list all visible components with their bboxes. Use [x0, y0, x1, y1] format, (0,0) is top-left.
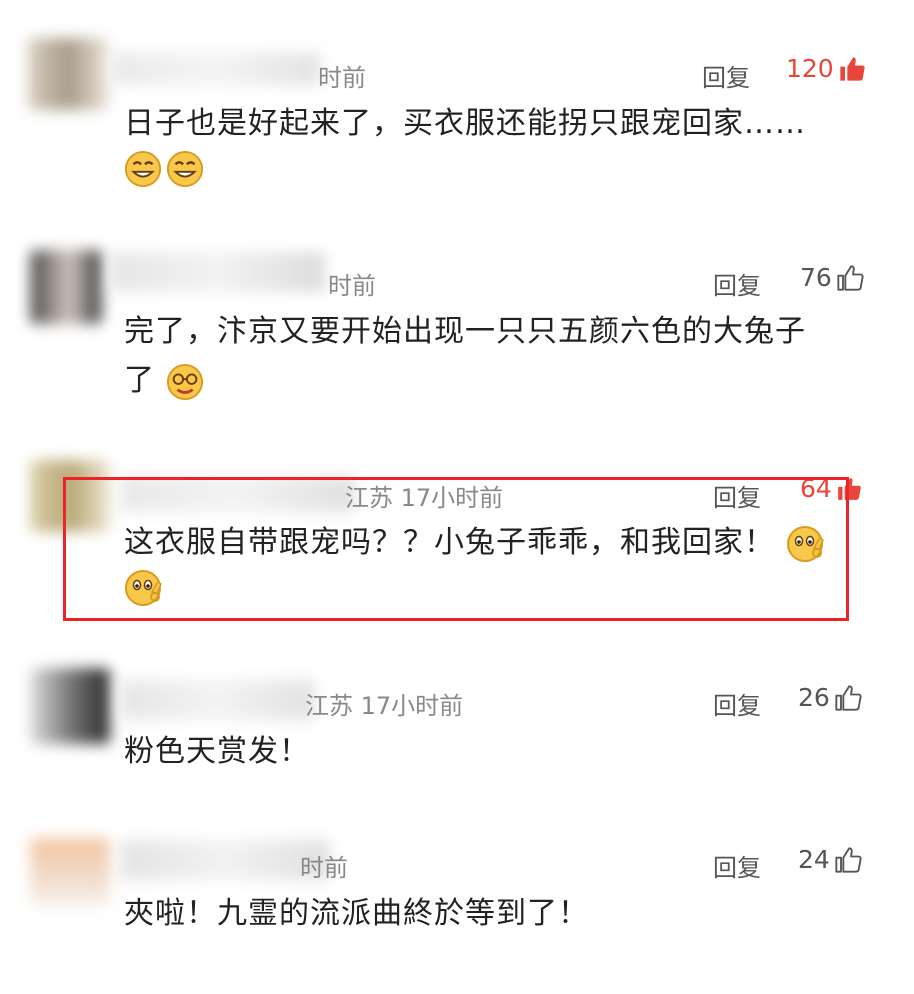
thumbs-up-filled-icon: [840, 56, 865, 81]
username-blurred: [120, 840, 330, 880]
avatar: [30, 250, 102, 324]
thumbs-up-icon: [835, 684, 862, 711]
like-count: 26: [798, 683, 830, 712]
comment-time: 时前: [318, 64, 366, 92]
like-count: 120: [786, 54, 834, 83]
reply-button[interactable]: 回复: [702, 58, 750, 93]
like-button[interactable]: 120: [786, 54, 866, 83]
avatar: [30, 838, 110, 906]
username-blurred: [120, 680, 315, 720]
comment-text: 粉色天赏发！: [124, 734, 310, 769]
grin-emoji: [166, 150, 204, 188]
like-button[interactable]: 26: [798, 683, 862, 712]
like-count: 24: [798, 845, 830, 874]
username-blurred: [110, 252, 325, 292]
avatar: [30, 668, 110, 744]
comment-time: 江苏 17小时前: [305, 692, 464, 720]
comment-text: 日子也是好起来了，买衣服还能拐只跟宠回家……: [124, 106, 806, 141]
thumbs-up-icon: [835, 846, 862, 873]
like-count: 76: [800, 263, 832, 292]
like-button[interactable]: 24: [798, 845, 862, 874]
emoji-row: [124, 150, 204, 188]
comment-text-continued: 了: [124, 356, 854, 406]
reply-button[interactable]: 回复: [713, 686, 761, 721]
username-blurred: [110, 52, 320, 86]
comment-text: 完了，汴京又要开始出现一只只五颜六色的大兔子: [124, 314, 806, 349]
glasses-emoji: [166, 363, 203, 400]
comment-time: 时前: [300, 854, 348, 882]
grin-emoji: [124, 150, 162, 188]
like-button[interactable]: 76: [800, 263, 864, 292]
comment-time: 时前: [328, 272, 376, 300]
avatar: [28, 38, 108, 110]
reply-button[interactable]: 回复: [713, 266, 761, 301]
highlight-box: [63, 477, 849, 621]
comment-text: 夾啦！九霊的流派曲終於等到了！: [124, 896, 589, 931]
thumbs-up-icon: [837, 264, 864, 291]
reply-button[interactable]: 回复: [713, 848, 761, 883]
